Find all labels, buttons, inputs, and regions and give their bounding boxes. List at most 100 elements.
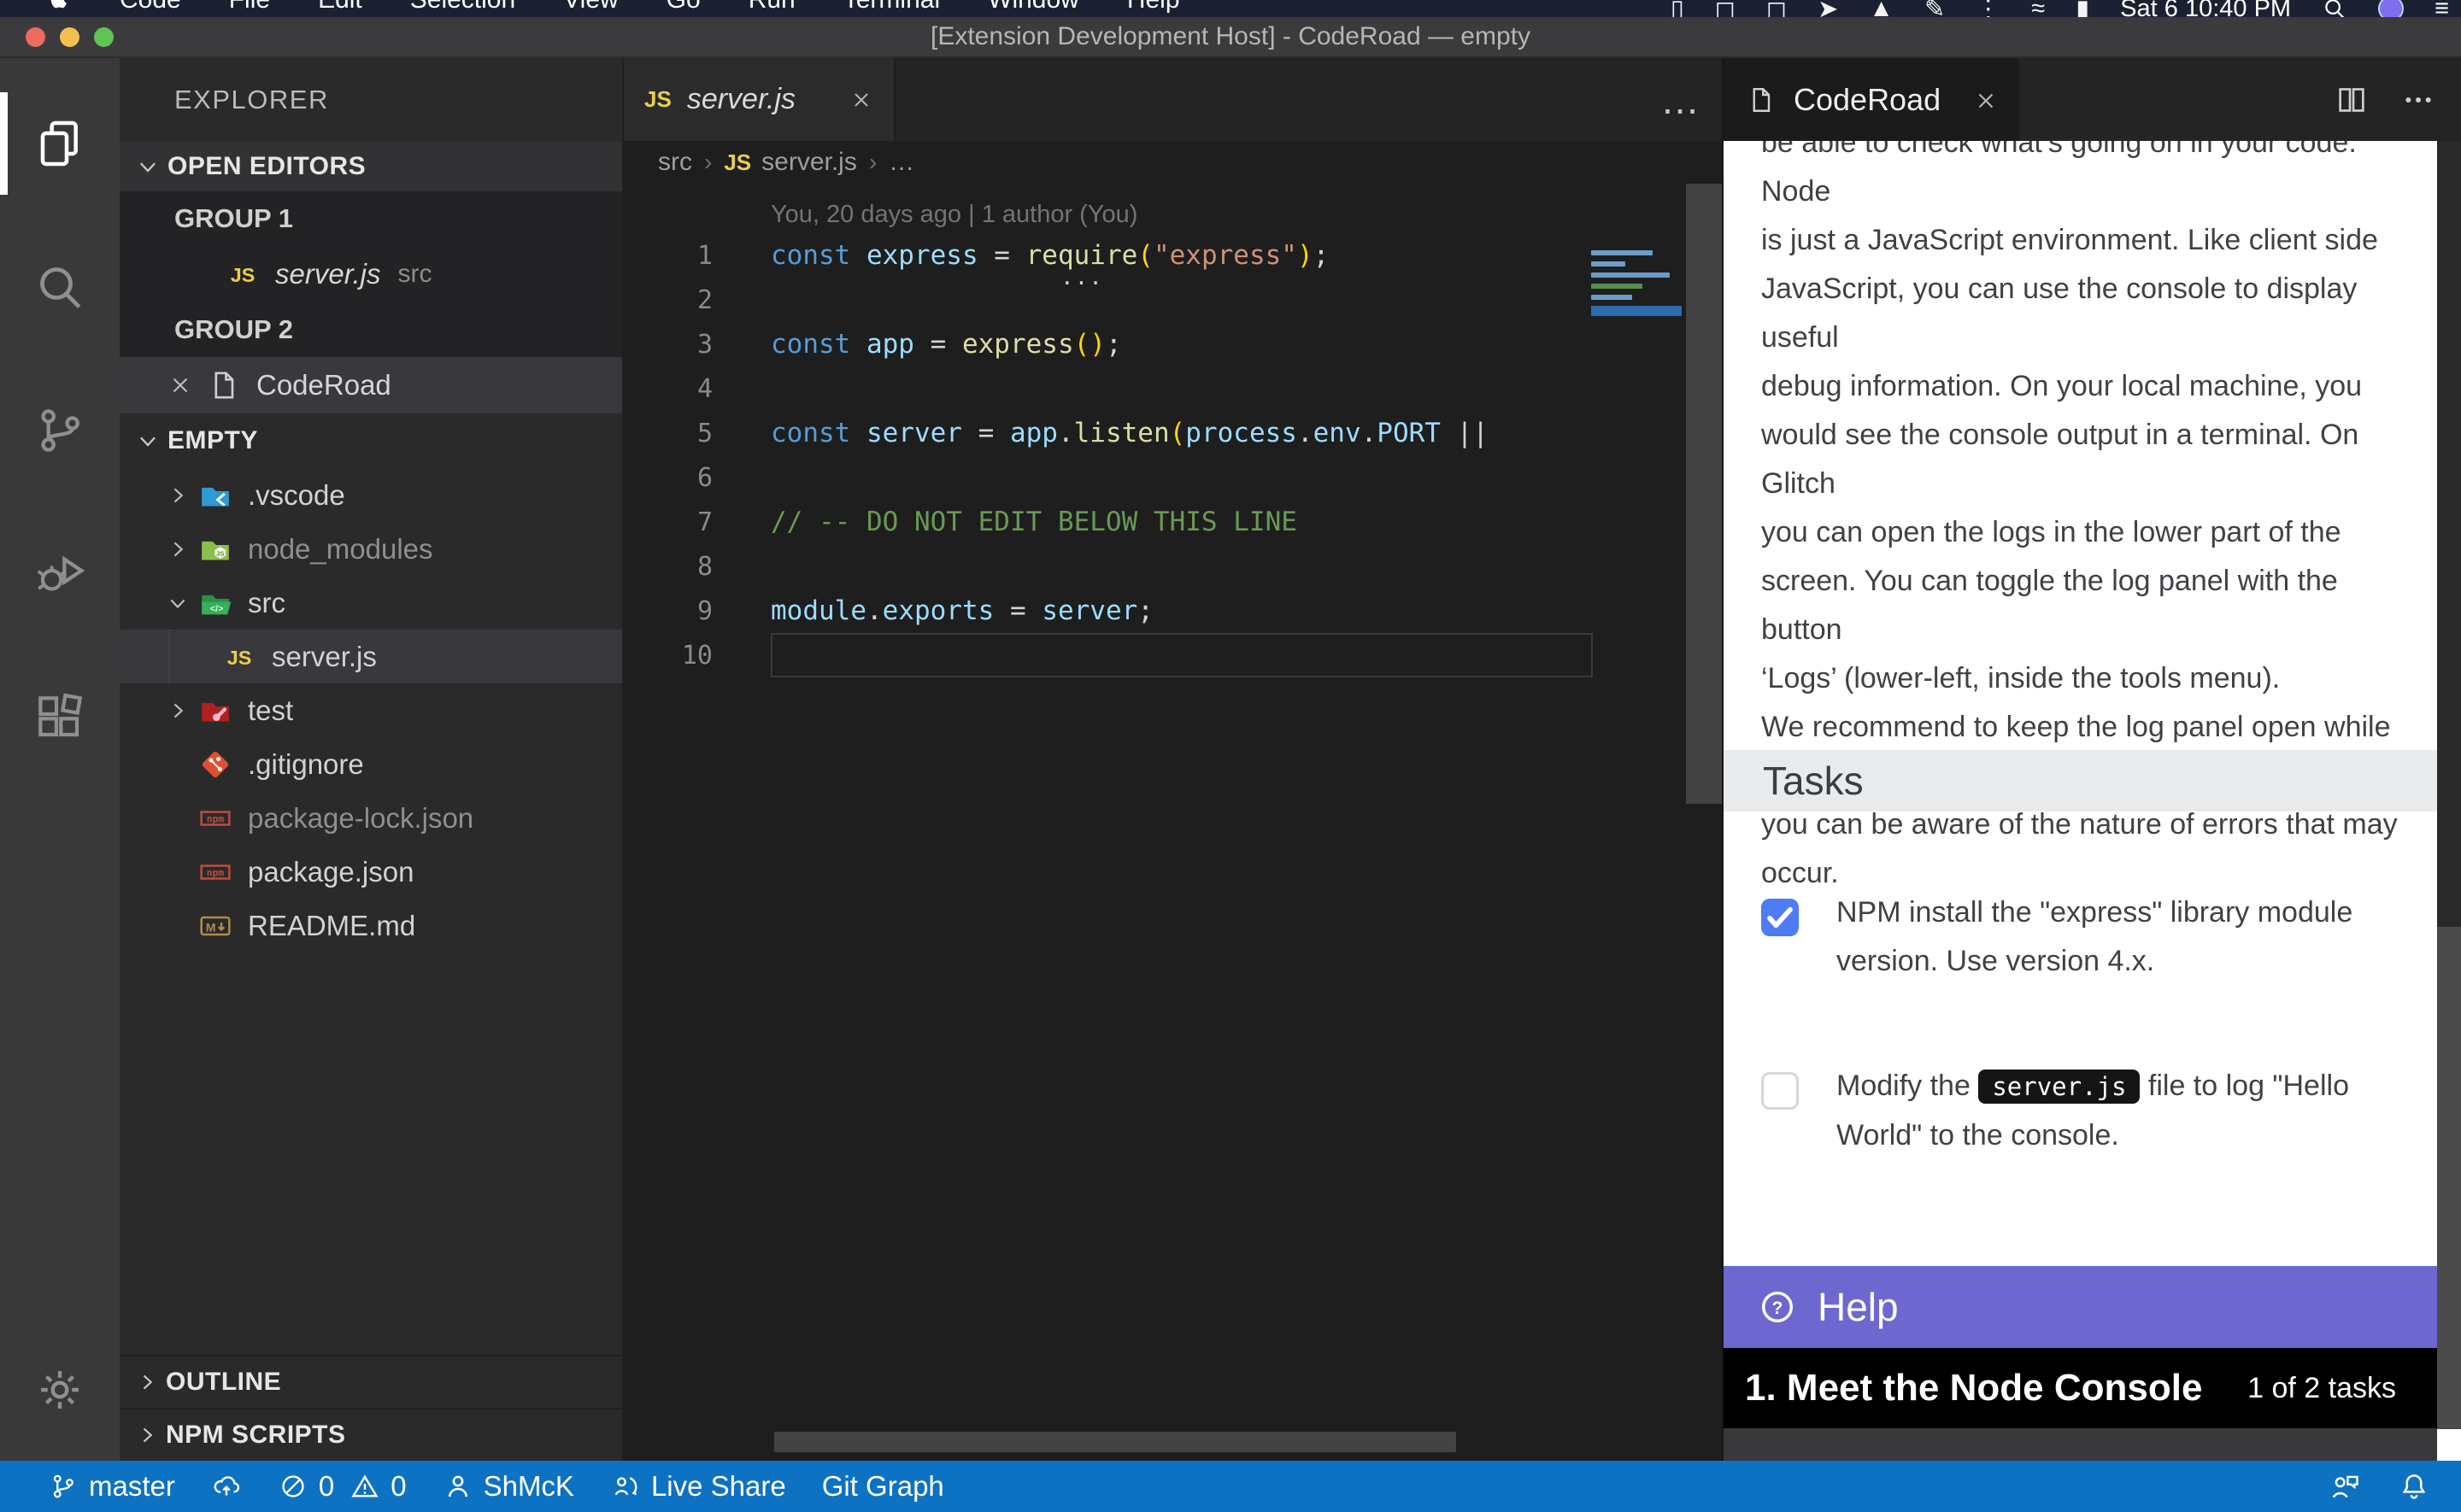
svg-text:JS: JS bbox=[227, 647, 252, 669]
tree-item-package-lock.json[interactable]: npm package-lock.json bbox=[120, 791, 622, 845]
status-master[interactable]: master bbox=[48, 1470, 175, 1503]
tree-item-.vscode[interactable]: .vscode bbox=[120, 468, 622, 522]
breadcrumb-item[interactable]: JSserver.js bbox=[724, 148, 857, 177]
tree-item-.gitignore[interactable]: .gitignore bbox=[120, 737, 622, 791]
help-question-icon: ? bbox=[1758, 1287, 1797, 1327]
chevron-right-icon bbox=[166, 699, 190, 723]
more-actions-icon bbox=[2401, 83, 2435, 117]
editor-more-actions-button[interactable]: … bbox=[1660, 77, 1700, 123]
webview-scrollbar-thumb[interactable] bbox=[2437, 927, 2461, 1429]
editor-detail: src bbox=[397, 260, 432, 289]
status-git-graph[interactable]: Git Graph bbox=[822, 1470, 944, 1503]
battery-menu-icon[interactable]: ▮ bbox=[2076, 0, 2089, 17]
workspace-section-header[interactable]: EMPTY bbox=[120, 413, 622, 468]
close-window-button[interactable] bbox=[26, 27, 45, 47]
menu-go[interactable]: Go bbox=[667, 0, 701, 14]
js-file-icon: JS bbox=[226, 257, 260, 291]
srcfolder-file-icon: </> bbox=[198, 586, 232, 620]
status-0[interactable]: 0 bbox=[349, 1470, 406, 1503]
tree-item-package.json[interactable]: npm package.json bbox=[120, 845, 622, 899]
menu-terminal[interactable]: Terminal bbox=[843, 0, 940, 14]
cursor-menu-icon[interactable]: ➤ bbox=[1818, 0, 1838, 17]
apple-logo-icon[interactable] bbox=[44, 0, 72, 14]
window-menu-icon[interactable]: ▯ bbox=[1671, 0, 1684, 17]
tab-server-js[interactable]: JS server.js bbox=[624, 58, 896, 141]
activity-search[interactable] bbox=[0, 215, 120, 359]
svg-text:?: ? bbox=[1772, 1298, 1783, 1318]
svg-text:npm: npm bbox=[207, 866, 225, 878]
close-icon bbox=[849, 88, 873, 112]
editor-name: CodeRoad bbox=[256, 369, 391, 401]
explorer-sidebar: EXPLORER OPEN EDITORS GROUP 1 JS server.… bbox=[120, 58, 622, 1461]
minimap-slider[interactable] bbox=[1591, 306, 1682, 316]
activity-extensions[interactable] bbox=[0, 646, 120, 789]
control-center-icon[interactable]: ≡ bbox=[2435, 0, 2449, 17]
menu-view[interactable]: View bbox=[563, 0, 618, 14]
task-checkbox-unchecked[interactable] bbox=[1761, 1072, 1799, 1110]
status-0[interactable]: 0 bbox=[278, 1470, 334, 1503]
zoom-window-button[interactable] bbox=[94, 27, 114, 47]
status-shmck[interactable]: ShMcK bbox=[443, 1470, 574, 1503]
menu-selection[interactable]: Selection bbox=[410, 0, 515, 14]
tree-item-src[interactable]: </> src bbox=[120, 576, 622, 630]
breadcrumb-item[interactable]: … bbox=[889, 148, 914, 177]
menu-file[interactable]: File bbox=[229, 0, 270, 14]
menu-code[interactable]: Code bbox=[120, 0, 181, 14]
tree-item-README.md[interactable]: M README.md bbox=[120, 899, 622, 952]
open-editors-section-header[interactable]: OPEN EDITORS bbox=[120, 142, 622, 191]
tree-item-test[interactable]: test bbox=[120, 683, 622, 737]
status-live-share[interactable]: Live Share bbox=[610, 1470, 786, 1503]
editor-vertical-scrollbar[interactable] bbox=[1686, 184, 1722, 804]
menu-edit[interactable]: Edit bbox=[318, 0, 362, 14]
menu-window[interactable]: Window bbox=[988, 0, 1079, 14]
minimize-window-button[interactable] bbox=[60, 27, 79, 47]
code-line-3: 3 const app = express(); bbox=[624, 322, 1722, 366]
open-editor-CodeRoad[interactable]: CodeRoad bbox=[120, 357, 622, 413]
activity-manage[interactable] bbox=[0, 1334, 120, 1445]
gitlens-blame-annotation: You, 20 days ago | 1 author (You) bbox=[771, 201, 1137, 229]
sidebar-section-outline[interactable]: OUTLINE bbox=[120, 1355, 622, 1408]
lesson-footer[interactable]: 1. Meet the Node Console 1 of 2 tasks bbox=[1724, 1348, 2439, 1428]
sidebar-section-npm-scripts[interactable]: NPM SCRIPTS bbox=[120, 1408, 622, 1461]
menu-help[interactable]: Help bbox=[1127, 0, 1180, 14]
file-file-icon bbox=[207, 368, 241, 402]
waves-menu-icon[interactable]: ≈ bbox=[2031, 0, 2045, 17]
tree-item-node_modules[interactable]: JS node_modules bbox=[120, 522, 622, 576]
task-checkbox-checked[interactable] bbox=[1761, 899, 1799, 936]
triangle-menu-icon[interactable]: ▲ bbox=[1869, 0, 1894, 17]
tab-coderoad[interactable]: CodeRoad bbox=[1724, 58, 2019, 141]
menu-run[interactable]: Run bbox=[749, 0, 796, 14]
siri-icon[interactable] bbox=[2378, 0, 2404, 17]
open-editor-server.js[interactable]: JS server.js src bbox=[120, 246, 622, 302]
svg-text:</>: </> bbox=[210, 604, 224, 614]
status-feedback[interactable] bbox=[2329, 1470, 2362, 1503]
file-tree: .vscode JS node_modules </> src JS serve… bbox=[120, 468, 622, 952]
close-tab-icon[interactable] bbox=[849, 88, 873, 112]
status-cloud-up[interactable] bbox=[211, 1471, 242, 1502]
svg-text:M: M bbox=[206, 921, 216, 935]
task-text: Modify the server.js file to log "Hello … bbox=[1836, 1062, 2411, 1160]
open-editors-group: GROUP 2 bbox=[120, 302, 622, 357]
minimap[interactable] bbox=[1591, 250, 1682, 316]
shield-menu-icon[interactable]: ◻ bbox=[1766, 0, 1787, 17]
shield-menu-icon[interactable]: ◻ bbox=[1715, 0, 1736, 17]
line-number: 5 bbox=[624, 419, 713, 448]
pencil-menu-icon[interactable]: ✎ bbox=[1924, 0, 1945, 17]
spotlight-icon[interactable] bbox=[2322, 0, 2347, 17]
webview-scrollbar-corner bbox=[2437, 1429, 2461, 1461]
help-section[interactable]: ? Help bbox=[1724, 1266, 2439, 1348]
status-bell[interactable] bbox=[2398, 1470, 2430, 1503]
code-chip: server.js bbox=[1978, 1070, 2140, 1104]
breadcrumb-item[interactable]: src bbox=[658, 148, 692, 177]
tree-item-server.js[interactable]: JS server.js bbox=[120, 630, 622, 683]
dots-menu-icon[interactable]: ⋮ bbox=[1976, 0, 2000, 17]
activity-run-debug[interactable] bbox=[0, 502, 120, 646]
code-editor[interactable]: You, 20 days ago | 1 author (You) 1 cons… bbox=[624, 184, 1722, 1461]
task-item-1: NPM install the "express" library module… bbox=[1761, 888, 2411, 986]
file-name: package.json bbox=[248, 856, 414, 888]
activity-source-control[interactable] bbox=[0, 359, 120, 502]
activity-explorer[interactable] bbox=[0, 72, 120, 215]
close-tab-icon[interactable] bbox=[1973, 88, 1997, 112]
editor-horizontal-scrollbar[interactable] bbox=[774, 1432, 1456, 1452]
webview-scrollbar-track[interactable] bbox=[2437, 141, 2461, 927]
